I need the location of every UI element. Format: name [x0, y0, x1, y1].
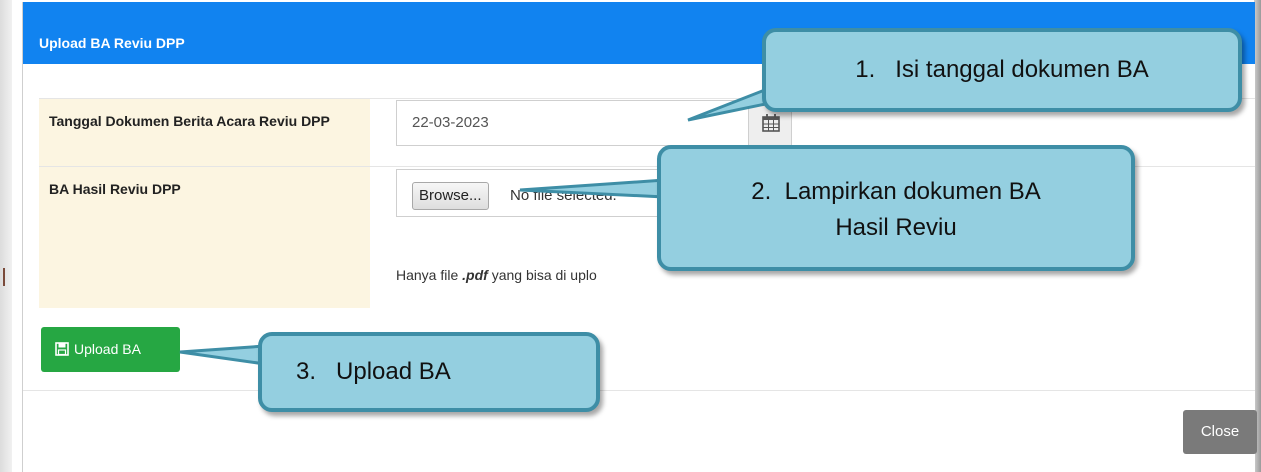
- help-text-suffix: yang bisa di uplo: [487, 267, 597, 283]
- browse-button[interactable]: Browse...: [412, 182, 489, 210]
- floppy-disk-icon: [55, 342, 69, 356]
- modal-title: Upload BA Reviu DPP: [39, 35, 185, 51]
- window-shadow-edge: [1254, 0, 1261, 472]
- callout-step-1: 1. Isi tanggal dokumen BA: [762, 28, 1242, 112]
- date-field-label: Tanggal Dokumen Berita Acara Reviu DPP: [49, 113, 330, 129]
- close-button[interactable]: Close: [1183, 410, 1257, 454]
- file-field-label: BA Hasil Reviu DPP: [49, 181, 181, 197]
- upload-ba-label: Upload BA: [74, 341, 141, 357]
- callout-2-line-1: 2. Lampirkan dokumen BA: [661, 174, 1131, 210]
- callout-step-2: 2. Lampirkan dokumen BA Hasil Reviu: [657, 145, 1135, 271]
- help-text-prefix: Hanya file: [396, 267, 463, 283]
- footer-divider: [23, 390, 1255, 391]
- upload-ba-button[interactable]: Upload BA: [41, 327, 180, 372]
- background-page-mark: [3, 268, 5, 286]
- callout-2-text: Lampirkan dokumen BA: [784, 178, 1041, 205]
- callout-2-line-2: Hasil Reviu: [835, 214, 957, 241]
- file-field-label-cell: BA Hasil Reviu DPP: [39, 167, 370, 308]
- callout-2-number: 2.: [751, 178, 772, 205]
- callout-step-3: 3. Upload BA: [258, 332, 600, 412]
- help-text-extension: .pdf: [462, 267, 488, 283]
- background-page-edge: [0, 0, 12, 472]
- date-field-label-cell: Tanggal Dokumen Berita Acara Reviu DPP: [39, 99, 370, 166]
- no-file-selected-text: No file selected.: [510, 187, 617, 204]
- callout-3-number: 3.: [296, 358, 317, 385]
- callout-1-text: Isi tanggal dokumen BA: [895, 56, 1149, 83]
- callout-3-text: Upload BA: [336, 358, 451, 385]
- callout-1-number: 1.: [855, 56, 876, 83]
- document-date-input[interactable]: 22-03-2023: [396, 100, 748, 146]
- file-type-help-text: Hanya file .pdf yang bisa di uplo: [396, 267, 597, 283]
